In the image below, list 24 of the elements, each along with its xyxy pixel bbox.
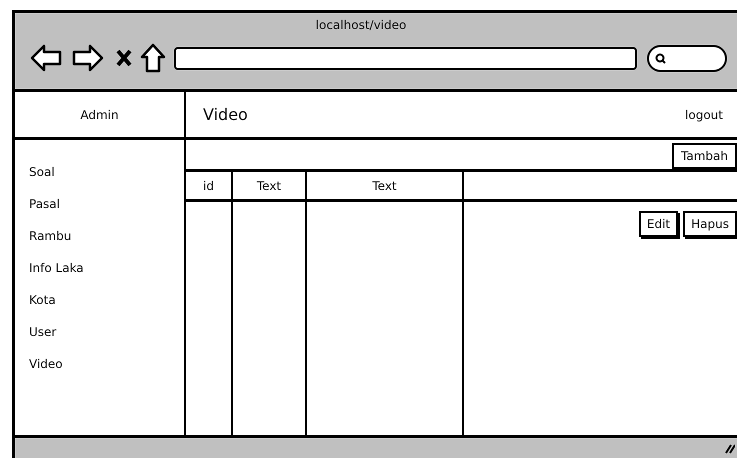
resize-grip-icon[interactable]: [725, 442, 735, 454]
search-field[interactable]: [647, 44, 727, 72]
sidebar-item[interactable]: User: [29, 322, 56, 342]
sidebar-item[interactable]: Soal: [29, 162, 55, 182]
sidebar-item[interactable]: Pasal: [29, 194, 60, 214]
delete-button[interactable]: Hapus: [683, 211, 737, 237]
sidebar-header: Admin: [15, 92, 184, 140]
close-icon[interactable]: [116, 49, 132, 67]
sidebar-item[interactable]: Info Laka: [29, 258, 84, 278]
sidebar-item[interactable]: Rambu: [29, 226, 72, 246]
sidebar-item[interactable]: Video: [29, 354, 63, 374]
add-button[interactable]: Tambah: [672, 142, 737, 168]
page-title: Video: [203, 104, 248, 126]
forward-icon[interactable]: [72, 44, 104, 72]
logout-link[interactable]: logout: [685, 106, 723, 124]
sidebar-item[interactable]: Kota: [29, 290, 56, 310]
column-header: Text: [372, 178, 397, 194]
search-icon: [655, 52, 666, 64]
window-title: localhost/video: [316, 17, 406, 33]
back-icon[interactable]: [30, 44, 62, 72]
address-field[interactable]: [174, 46, 637, 70]
edit-button[interactable]: Edit: [638, 211, 678, 237]
column-header: Text: [256, 178, 282, 194]
column-header: id: [203, 178, 214, 194]
